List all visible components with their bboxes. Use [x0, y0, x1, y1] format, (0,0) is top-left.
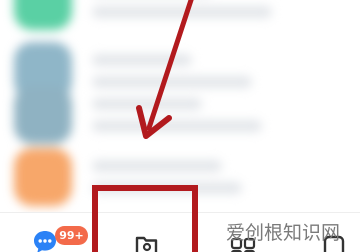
- app-screen: 99+ 爱创根知识网: [0, 0, 360, 252]
- watermark-text: 爱创根知识网: [226, 222, 341, 244]
- annotation-highlight-box: [92, 185, 198, 252]
